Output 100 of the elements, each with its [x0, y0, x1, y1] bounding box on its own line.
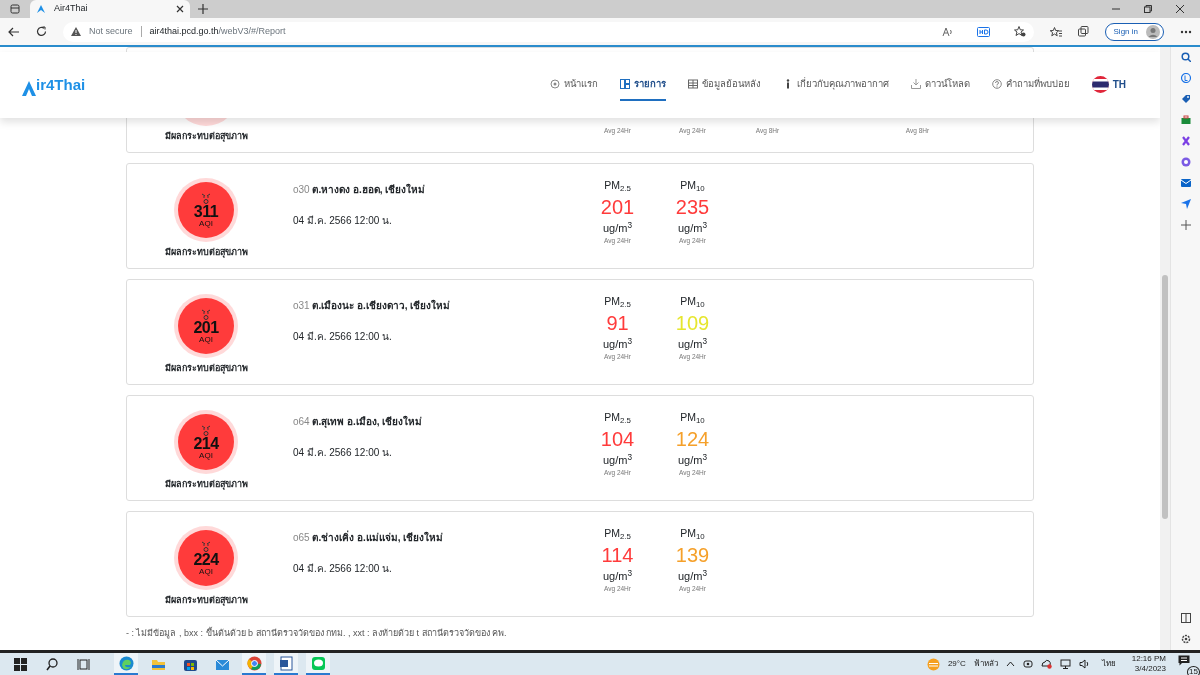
pollutant-name: PM$_{10}$ — [679, 526, 706, 542]
send-icon[interactable] — [1180, 199, 1191, 209]
add-icon[interactable] — [1180, 220, 1191, 230]
pollutant-name: PM$_{2.5}$ — [603, 526, 632, 542]
weather-text: ฟ้าหลัว — [973, 658, 998, 670]
start-icon[interactable] — [12, 656, 28, 672]
station-name: o31 ต.เมืองนะ อ.เชียงดาว, เชียงใหม่ — [293, 298, 452, 313]
sign-in-button[interactable]: Sign in — [1104, 22, 1164, 41]
address-bar[interactable]: Not secure air4thai.pcd.go.th/webV3/#/Report — [63, 21, 1034, 42]
logo-icon — [36, 4, 46, 14]
station-name: o30 ต.หางดง อ.ฮอด, เชียงใหม่ — [293, 182, 427, 197]
more-icon[interactable] — [1180, 29, 1192, 34]
language-selector[interactable]: TH — [1091, 67, 1126, 103]
update-time: 04 มี.ค. 2566 12:00 น. — [293, 446, 393, 460]
back-icon[interactable] — [8, 26, 20, 37]
aqi-label: AQI — [199, 335, 213, 344]
nav-link[interactable]: เกี่ยวกับคุณภาพอากาศ — [782, 68, 889, 102]
help-icon — [991, 79, 1002, 89]
search-icon[interactable] — [1180, 52, 1191, 62]
mail-icon[interactable] — [1180, 178, 1191, 188]
aqi-value: 224 — [193, 551, 219, 568]
pollutant-name: PM$_{10}$ — [679, 294, 706, 310]
tab-actions-icon[interactable] — [10, 4, 20, 14]
restore-icon[interactable] — [1144, 5, 1152, 13]
new-tab-icon[interactable] — [198, 4, 208, 14]
unit-label: ug/m$^{3}$ — [676, 219, 709, 236]
close-icon[interactable] — [1176, 5, 1184, 13]
browser-tab[interactable]: Air4Thai — [30, 0, 190, 18]
toolbox-icon[interactable] — [1180, 115, 1191, 125]
clock[interactable]: 12:16 PM 3/4/2023 — [1127, 654, 1170, 674]
pollutant-name: PM$_{10}$ — [679, 410, 706, 426]
language-indicator[interactable]: ไทย — [1097, 658, 1120, 670]
close-icon[interactable] — [176, 5, 184, 13]
favorite-add-icon[interactable] — [1013, 26, 1026, 37]
pollutant-value: 201 — [599, 194, 636, 220]
security-label: Not secure — [89, 24, 133, 38]
nav-link[interactable]: คำถามที่พบบ่อย — [991, 68, 1070, 102]
pollutant-value: 91 — [605, 310, 630, 336]
pollutant-value: 235 — [674, 194, 711, 220]
health-status: มีผลกระทบต่อสุขภาพ — [164, 362, 248, 376]
pollutant-value: 124 — [674, 426, 711, 452]
split-screen-icon[interactable] — [1180, 613, 1191, 623]
unit-label: ug/m$^{3}$ — [601, 451, 634, 468]
avatar-icon — [1146, 24, 1160, 39]
refresh-icon[interactable] — [36, 26, 47, 37]
health-status: มีผลกระทบต่อสุขภาพ — [164, 594, 248, 608]
nav-link[interactable]: หน้าแรก — [549, 68, 598, 102]
aqi-label: AQI — [199, 219, 213, 228]
document-icon[interactable] — [278, 655, 294, 671]
browser-icon[interactable] — [118, 655, 134, 671]
url-text: air4thai.pcd.go.th/webV3/#/Report — [149, 24, 286, 38]
temperature: 29°C — [947, 658, 966, 670]
hd-icon[interactable] — [976, 26, 990, 37]
scrollbar[interactable] — [1160, 47, 1170, 650]
browser-icon[interactable] — [246, 655, 262, 671]
station-name: o64 ต.สุเทพ อ.เมือง, เชียงใหม่ — [293, 414, 424, 429]
settings-icon[interactable] — [1180, 634, 1191, 644]
pollutant-name: PM$_{2.5}$ — [603, 410, 632, 426]
pollutant-value: 104 — [599, 426, 636, 452]
cloud-icon[interactable] — [1040, 659, 1052, 669]
tab-title: Air4Thai — [54, 2, 89, 16]
unit-label: ug/m$^{3}$ — [601, 219, 634, 236]
footnote: - : ไม่มีข้อมูล , bxx : ขึ้นต้นด้วย b สถานีตรวจวัดของ กทม. , xxt : ลงท้ายด้วย t สถานีตรวจวัดของ คพ. — [126, 627, 508, 641]
aqi-value: 214 — [193, 435, 219, 452]
collections-icon[interactable] — [1077, 26, 1089, 37]
nav-link[interactable]: ข้อมูลย้อนหลัง — [687, 68, 761, 102]
health-status: มีผลกระทบต่อสุขภาพ — [164, 478, 248, 492]
aqi-value: 201 — [193, 319, 219, 336]
angry-face-icon — [200, 308, 212, 320]
aqi-value: 311 — [193, 203, 219, 220]
camera-icon[interactable] — [1022, 659, 1033, 669]
angry-face-icon — [200, 192, 212, 204]
health-status: มีผลกระทบต่อสุขภาพ — [164, 130, 248, 144]
pollutant-name: PM$_{2.5}$ — [603, 294, 632, 310]
nav-link[interactable]: รายการ — [619, 68, 666, 102]
notification-count: 15 — [1187, 666, 1200, 675]
update-time: 04 มี.ค. 2566 12:00 น. — [293, 214, 393, 228]
pollutant-value: 139 — [674, 542, 711, 568]
chevron-up-icon[interactable] — [1005, 661, 1015, 667]
update-time: 04 มี.ค. 2566 12:00 น. — [293, 330, 393, 344]
unit-label: ug/m$^{3}$ — [676, 567, 709, 584]
unit-label: ug/m$^{3}$ — [601, 567, 634, 584]
volume-icon[interactable] — [1078, 659, 1090, 669]
task-view-icon[interactable] — [76, 656, 92, 672]
tag-icon[interactable] — [1180, 94, 1191, 104]
download-icon — [910, 79, 921, 89]
aqi-label: AQI — [199, 567, 213, 576]
search-icon[interactable] — [44, 656, 60, 672]
warning-icon — [71, 27, 81, 36]
pollutant-name: PM$_{10}$ — [679, 178, 706, 194]
minimize-icon[interactable] — [1112, 5, 1120, 13]
favorites-icon[interactable] — [1049, 26, 1062, 37]
unit-label: ug/m$^{3}$ — [601, 335, 634, 352]
angry-face-icon — [200, 540, 212, 552]
grid-icon — [619, 79, 630, 89]
pollutant-value: 109 — [674, 310, 711, 336]
nav-link[interactable]: ดาวน์โหลด — [910, 68, 970, 102]
health-status: มีผลกระทบต่อสุขภาพ — [164, 246, 248, 260]
read-aloud-icon[interactable] — [941, 26, 953, 37]
network-icon[interactable] — [1059, 659, 1071, 669]
